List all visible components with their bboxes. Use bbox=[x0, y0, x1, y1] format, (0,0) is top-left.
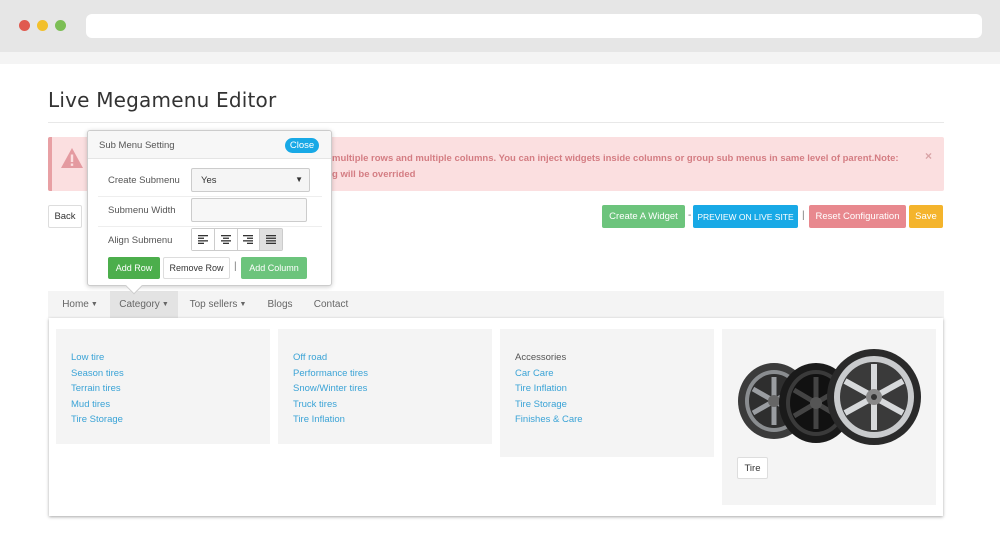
nav-item-home[interactable]: Home ▼ bbox=[54, 291, 106, 318]
create-submenu-select[interactable]: Yes ▼ bbox=[191, 168, 310, 192]
align-left-icon bbox=[197, 235, 208, 244]
page-title: Live Megamenu Editor bbox=[48, 88, 277, 112]
popover-header: Sub Menu Setting Close bbox=[88, 131, 331, 159]
align-justify-button[interactable] bbox=[260, 229, 282, 250]
popover-button-separator: | bbox=[234, 261, 237, 272]
create-widget-button[interactable]: Create A Widget bbox=[602, 205, 685, 228]
menu-link-list: Low tire Season tires Terrain tires Mud … bbox=[71, 350, 124, 428]
title-divider bbox=[48, 122, 944, 123]
alert-message-line1: multiple rows and multiple columns. You … bbox=[332, 153, 899, 164]
align-right-button[interactable] bbox=[237, 229, 261, 250]
address-bar[interactable] bbox=[86, 14, 982, 38]
submenu-width-input[interactable] bbox=[191, 198, 307, 222]
menu-link-list: Off road Performance tires Snow/Winter t… bbox=[293, 350, 368, 428]
tire-widget-button[interactable]: Tire bbox=[737, 457, 768, 479]
add-column-button[interactable]: Add Column bbox=[241, 257, 307, 279]
megamenu-nav-bar: Home ▼ Category ▼ Top sellers ▼ Blogs Conta… bbox=[48, 291, 944, 318]
nav-item-label: Category bbox=[119, 299, 160, 310]
widget-column[interactable]: Tire bbox=[722, 329, 936, 505]
alert-close-icon[interactable]: × bbox=[925, 149, 932, 163]
save-button[interactable]: Save bbox=[909, 205, 943, 228]
menu-link[interactable]: Season tires bbox=[71, 366, 124, 382]
preview-live-site-button[interactable]: PREVIEW ON LIVE SITE bbox=[693, 205, 798, 228]
menu-column-2[interactable]: Off road Performance tires Snow/Winter t… bbox=[278, 329, 492, 444]
menu-link[interactable]: Tire Storage bbox=[71, 412, 124, 428]
megamenu-dropdown-panel: Low tire Season tires Terrain tires Mud … bbox=[49, 318, 943, 516]
menu-group-heading: Accessories bbox=[515, 352, 567, 363]
nav-item-label: Blogs bbox=[267, 299, 293, 310]
alert-message-line2: g will be overrided bbox=[332, 169, 416, 180]
nav-item-label: Home bbox=[62, 299, 89, 310]
align-justify-icon bbox=[266, 235, 277, 244]
caret-down-icon: ▼ bbox=[161, 301, 169, 308]
create-submenu-label: Create Submenu bbox=[108, 175, 180, 186]
caret-down-icon: ▼ bbox=[239, 301, 247, 308]
browser-chrome bbox=[0, 0, 1000, 52]
menu-link[interactable]: Performance tires bbox=[293, 366, 368, 382]
nav-item-category[interactable]: Category ▼ bbox=[110, 291, 178, 318]
page-content: Live Megamenu Editor multiple rows and m… bbox=[0, 64, 1000, 533]
toolbar-separator: - bbox=[688, 210, 692, 221]
window-close-dot[interactable] bbox=[19, 20, 30, 31]
menu-link[interactable]: Car Care bbox=[515, 366, 583, 382]
back-button[interactable]: Back bbox=[48, 205, 82, 228]
menu-link-list: Accessories Car Care Tire Inflation Tire… bbox=[515, 350, 583, 428]
menu-link[interactable]: Tire Storage bbox=[515, 397, 583, 413]
menu-link[interactable]: Finishes & Care bbox=[515, 412, 583, 428]
menu-link[interactable]: Terrain tires bbox=[71, 381, 124, 397]
nav-item-label: Contact bbox=[313, 299, 349, 310]
alert-message: multiple rows and multiple columns. You … bbox=[332, 151, 922, 183]
reset-configuration-button[interactable]: Reset Configuration bbox=[809, 205, 906, 228]
menu-link[interactable]: Mud tires bbox=[71, 397, 124, 413]
caret-down-icon: ▼ bbox=[90, 301, 98, 308]
menu-link[interactable]: Snow/Winter tires bbox=[293, 381, 368, 397]
select-value: Yes bbox=[201, 174, 217, 186]
window-minimize-dot[interactable] bbox=[37, 20, 48, 31]
nav-item-label: Top sellers bbox=[189, 299, 238, 310]
nav-item-contact[interactable]: Contact bbox=[308, 291, 354, 318]
menu-link[interactable]: Truck tires bbox=[293, 397, 368, 413]
nav-item-blogs[interactable]: Blogs bbox=[260, 291, 300, 318]
align-center-icon bbox=[220, 235, 231, 244]
window-maximize-dot[interactable] bbox=[55, 20, 66, 31]
menu-link[interactable]: Tire Inflation bbox=[293, 412, 368, 428]
menu-link[interactable]: Low tire bbox=[71, 350, 124, 366]
menu-link[interactable]: Tire Inflation bbox=[515, 381, 583, 397]
popover-title: Sub Menu Setting bbox=[99, 140, 175, 151]
dropdown-arrow-icon: ▼ bbox=[295, 175, 303, 184]
align-center-button[interactable] bbox=[214, 229, 238, 250]
menu-link[interactable]: Off road bbox=[293, 350, 368, 366]
alloy-wheels-image bbox=[738, 349, 921, 445]
menu-column-3[interactable]: Accessories Car Care Tire Inflation Tire… bbox=[500, 329, 714, 457]
submenu-width-label: Submenu Width bbox=[108, 205, 176, 216]
submenu-settings-popover: Sub Menu Setting Close Create Submenu Ye… bbox=[87, 130, 332, 295]
add-row-button[interactable]: Add Row bbox=[108, 257, 160, 279]
align-left-button[interactable] bbox=[192, 229, 215, 250]
remove-row-button[interactable]: Remove Row bbox=[163, 257, 230, 279]
warning-icon bbox=[61, 148, 83, 168]
nav-item-top-sellers[interactable]: Top sellers ▼ bbox=[184, 291, 252, 318]
align-right-icon bbox=[243, 235, 254, 244]
popover-close-button[interactable]: Close bbox=[285, 138, 319, 153]
align-button-group bbox=[191, 228, 283, 251]
menu-column-1[interactable]: Low tire Season tires Terrain tires Mud … bbox=[56, 329, 270, 444]
align-submenu-label: Align Submenu bbox=[108, 235, 173, 246]
toolbar-separator: | bbox=[802, 210, 805, 221]
